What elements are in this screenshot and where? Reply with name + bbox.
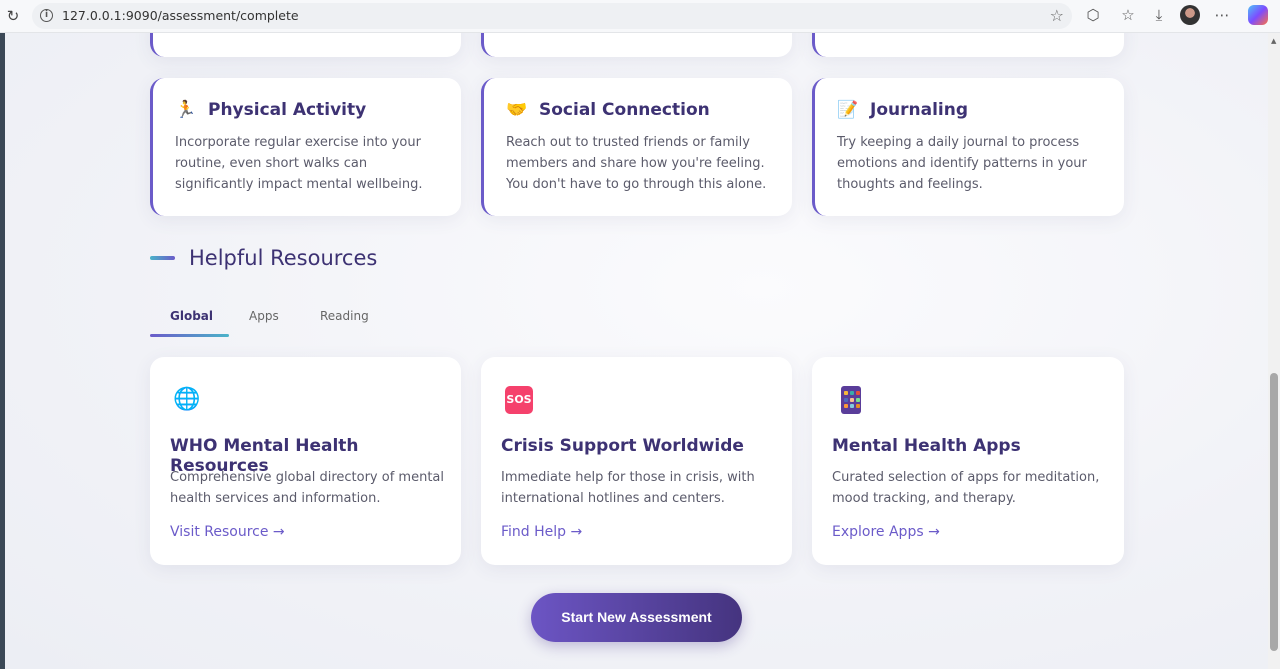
tip-description: Try keeping a daily journal to process e… xyxy=(837,135,1087,192)
mobile-apps-icon xyxy=(841,386,861,414)
tip-title: Journaling xyxy=(870,100,968,120)
explore-apps-link[interactable]: Explore Apps → xyxy=(832,524,940,540)
resource-description: Comprehensive global directory of mental… xyxy=(170,470,444,506)
sos-icon: SOS xyxy=(505,386,533,414)
tip-description: Reach out to trusted friends or family m… xyxy=(506,135,767,192)
downloads-icon[interactable]: ⤓ xyxy=(1149,6,1169,24)
more-menu-icon[interactable]: ⋯ xyxy=(1212,6,1232,24)
resource-card-crisis: SOS Crisis Support Worldwide Immediate h… xyxy=(481,357,792,565)
page-scrollbar[interactable]: ▲ xyxy=(1268,33,1280,669)
tab-global[interactable]: Global xyxy=(170,309,213,323)
resource-description: Curated selection of apps for meditation… xyxy=(832,470,1100,506)
tip-card-journaling: 📝 Journaling Try keeping a daily journal… xyxy=(812,78,1124,216)
tab-reading[interactable]: Reading xyxy=(320,309,369,323)
scroll-up-arrow-icon[interactable]: ▲ xyxy=(1271,37,1276,45)
assessment-complete-page: 🏃 Physical Activity Incorporate regular … xyxy=(5,33,1268,669)
resource-title: Crisis Support Worldwide xyxy=(501,436,744,456)
resource-card-who: 🌐 WHO Mental Health Resources Comprehens… xyxy=(150,357,461,565)
resource-title: Mental Health Apps xyxy=(832,436,1021,456)
tip-description: Incorporate regular exercise into your r… xyxy=(175,135,423,192)
resource-description: Immediate help for those in crisis, with… xyxy=(501,470,755,506)
resource-card-apps: Mental Health Apps Curated selection of … xyxy=(812,357,1124,565)
resource-tabs: Global Apps Reading xyxy=(150,303,1124,337)
heading-accent-bar xyxy=(150,256,175,260)
find-help-link[interactable]: Find Help → xyxy=(501,524,582,540)
tip-card-partial xyxy=(812,33,1124,57)
section-heading: Helpful Resources xyxy=(150,246,377,270)
site-info-icon[interactable]: i xyxy=(40,9,53,22)
globe-icon: 🌐 xyxy=(173,387,201,412)
running-person-icon: 🏃 xyxy=(175,100,197,120)
tip-title: Physical Activity xyxy=(208,100,367,120)
tip-card-social-connection: 🤝 Social Connection Reach out to trusted… xyxy=(481,78,792,216)
active-tab-indicator xyxy=(150,334,229,337)
address-bar[interactable]: i 127.0.0.1:9090/assessment/complete ☆ xyxy=(32,3,1072,29)
bookmark-star-icon[interactable]: ☆ xyxy=(1050,6,1064,25)
tip-card-physical-activity: 🏃 Physical Activity Incorporate regular … xyxy=(150,78,461,216)
handshake-icon: 🤝 xyxy=(506,100,528,120)
scrollbar-thumb[interactable] xyxy=(1270,373,1278,651)
visit-resource-link[interactable]: Visit Resource → xyxy=(170,524,285,540)
url-text[interactable]: 127.0.0.1:9090/assessment/complete xyxy=(62,8,299,23)
section-title: Helpful Resources xyxy=(189,246,378,270)
reload-icon[interactable]: ↻ xyxy=(4,7,22,25)
tip-title: Social Connection xyxy=(539,100,710,120)
extensions-icon[interactable]: ⬡ xyxy=(1083,6,1103,24)
profile-avatar[interactable] xyxy=(1180,5,1200,25)
memo-icon: 📝 xyxy=(837,100,859,120)
browser-toolbar: ↻ i 127.0.0.1:9090/assessment/complete ☆… xyxy=(0,0,1280,33)
tip-card-partial xyxy=(481,33,792,57)
tab-apps[interactable]: Apps xyxy=(249,309,279,323)
tip-card-partial xyxy=(150,33,461,57)
start-new-assessment-button[interactable]: Start New Assessment xyxy=(531,593,742,642)
copilot-icon[interactable] xyxy=(1248,5,1268,25)
favorites-icon[interactable]: ☆ xyxy=(1118,6,1138,24)
